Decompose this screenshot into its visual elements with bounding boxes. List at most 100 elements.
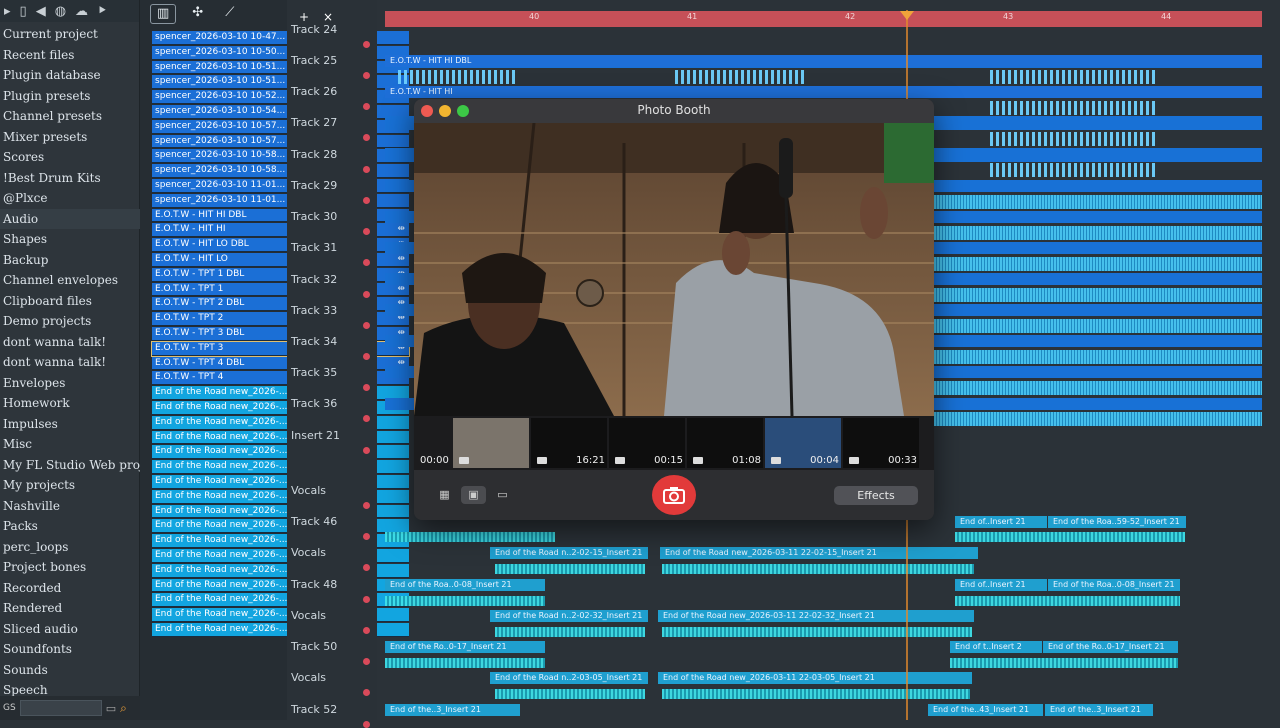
close-icon[interactable]: × [323, 10, 333, 24]
clip-track51-a[interactable]: End of the Road n..2-03-05_Insert 21 [490, 672, 648, 684]
search-input[interactable] [19, 700, 102, 716]
clip-track48-c[interactable]: End of the Roa..0-08_Insert 21 [1048, 579, 1180, 591]
record-arm-icon[interactable] [363, 134, 370, 141]
clip-track50-b[interactable]: End of t..Insert 2 [950, 641, 1042, 653]
thumbnail[interactable]: 00:15 [609, 418, 685, 468]
record-arm-icon[interactable] [363, 228, 370, 235]
menu-arrow-icon[interactable]: ▸ [4, 4, 11, 19]
browser-item[interactable]: Recent files [0, 45, 140, 66]
clip-track48-a[interactable]: End of the Roa..0-08_Insert 21 [385, 579, 545, 591]
browser-item[interactable]: Current project [0, 24, 140, 45]
track-label[interactable]: Track 26 [291, 85, 337, 98]
track-label[interactable]: Track 32 [291, 273, 337, 286]
speaker-icon[interactable]: ◀ [36, 4, 46, 19]
record-arm-icon[interactable] [363, 627, 370, 634]
cloud-icon[interactable]: ☁ [75, 4, 88, 19]
track-label[interactable]: Vocals [291, 671, 326, 684]
browser-item[interactable]: Recorded [0, 578, 140, 599]
thumbnail[interactable]: 00:04 [765, 418, 841, 468]
browser-item[interactable]: Impulses [0, 414, 140, 435]
record-arm-icon[interactable] [363, 291, 370, 298]
browser-item[interactable]: Homework [0, 393, 140, 414]
browser-item[interactable]: dont wanna talk! [0, 332, 140, 353]
clip-track46-a[interactable]: End of..Insert 21 [955, 516, 1047, 528]
picker-automation-icon[interactable]: ⟋ [219, 4, 240, 24]
record-arm-icon[interactable] [363, 658, 370, 665]
track-label[interactable]: Insert 21 [291, 429, 340, 442]
browser-item[interactable]: Soundfonts [0, 639, 140, 660]
file-icon[interactable]: ▯ [20, 4, 27, 19]
timeline-ruler[interactable]: 40 41 42 43 44 [385, 11, 1262, 27]
record-arm-icon[interactable] [363, 721, 370, 728]
record-arm-icon[interactable] [363, 564, 370, 571]
clip-track46-b[interactable]: End of the Roa..59-52_Insert 21 [1048, 516, 1186, 528]
browser-item[interactable]: dont wanna talk! [0, 352, 140, 373]
browser-item[interactable]: perc_loops [0, 537, 140, 558]
folder-icon[interactable]: ▭ [106, 702, 116, 715]
browser-item[interactable]: My FL Studio Web projects [0, 455, 140, 476]
thumbnail[interactable]: 00:33 [843, 418, 919, 468]
record-arm-icon[interactable] [363, 322, 370, 329]
browser-item[interactable]: Channel envelopes [0, 270, 140, 291]
clip-track50-a[interactable]: End of the Ro..0-17_Insert 21 [385, 641, 545, 653]
track-label[interactable]: Track 48 [291, 578, 337, 591]
browser-item[interactable]: Project bones [0, 557, 140, 578]
browser-item[interactable]: Demo projects [0, 311, 140, 332]
track-label[interactable]: Vocals [291, 546, 326, 559]
browser-item[interactable]: Sliced audio [0, 619, 140, 640]
browser-item[interactable]: Misc [0, 434, 140, 455]
track-label[interactable]: Track 31 [291, 241, 337, 254]
clip-hit-hi[interactable]: E.O.T.W - HIT HI [385, 86, 1262, 98]
record-arm-icon[interactable] [363, 72, 370, 79]
track-label[interactable]: Track 36 [291, 397, 337, 410]
track-label[interactable]: Track 24 [291, 23, 337, 36]
record-arm-icon[interactable] [363, 41, 370, 48]
track-label[interactable]: Track 25 [291, 54, 337, 67]
browser-item[interactable]: Scores [0, 147, 140, 168]
photo-mode-icon[interactable]: ▣ [461, 486, 486, 504]
browser-item[interactable]: Channel presets [0, 106, 140, 127]
browser-item[interactable]: !Best Drum Kits [0, 168, 140, 189]
video-mode-icon[interactable]: ▭ [490, 486, 515, 504]
globe-icon[interactable]: ◍ [55, 4, 66, 19]
browser-item[interactable]: Sounds [0, 660, 140, 681]
clip-track51-b[interactable]: End of the Road new_2026-03-11 22-03-05_… [658, 672, 972, 684]
picker-wave-icon[interactable]: ✣ [186, 4, 209, 24]
browser-item[interactable]: Audio [0, 208, 140, 229]
plugin-icon[interactable]: ⯈ [97, 4, 107, 19]
record-arm-icon[interactable] [363, 353, 370, 360]
track-label[interactable]: Track 33 [291, 304, 337, 317]
browser-item[interactable]: Clipboard files [0, 291, 140, 312]
thumbnail[interactable]: 00:00 [420, 418, 529, 468]
record-arm-icon[interactable] [363, 384, 370, 391]
clip-track49-a[interactable]: End of the Road n..2-02-32_Insert 21 [490, 610, 648, 622]
record-arm-icon[interactable] [363, 415, 370, 422]
browser-item[interactable]: Shapes [0, 229, 140, 250]
browser-item[interactable]: Plugin database [0, 65, 140, 86]
picker-piano-icon[interactable]: ▥ [150, 4, 177, 24]
add-icon[interactable]: + [299, 10, 309, 24]
track-label[interactable]: Track 30 [291, 210, 337, 223]
record-arm-icon[interactable] [363, 447, 370, 454]
browser-item[interactable]: @Plxce [0, 188, 140, 209]
clip-track52-c[interactable]: End of the..3_Insert 21 [1045, 704, 1153, 716]
search-icon[interactable]: ⌕ [120, 701, 127, 716]
thumbnail[interactable]: 16:21 [531, 418, 607, 468]
record-arm-icon[interactable] [363, 197, 370, 204]
browser-item[interactable]: Envelopes [0, 373, 140, 394]
clip-track47-a[interactable]: End of the Road n..2-02-15_Insert 21 [490, 547, 648, 559]
record-arm-icon[interactable] [363, 103, 370, 110]
track-label[interactable]: Track 34 [291, 335, 337, 348]
browser-item[interactable]: My projects [0, 475, 140, 496]
record-arm-icon[interactable] [363, 259, 370, 266]
track-label[interactable]: Track 27 [291, 116, 337, 129]
track-label[interactable]: Track 29 [291, 179, 337, 192]
record-arm-icon[interactable] [363, 533, 370, 540]
clip-track49-b[interactable]: End of the Road new_2026-03-11 22-02-32_… [658, 610, 974, 622]
grid-mode-icon[interactable]: ▦ [432, 486, 457, 504]
playhead-marker[interactable] [900, 11, 914, 20]
track-label[interactable]: Track 52 [291, 703, 337, 716]
track-label[interactable]: Track 28 [291, 148, 337, 161]
record-arm-icon[interactable] [363, 502, 370, 509]
clip-track48-b[interactable]: End of..Insert 21 [955, 579, 1047, 591]
